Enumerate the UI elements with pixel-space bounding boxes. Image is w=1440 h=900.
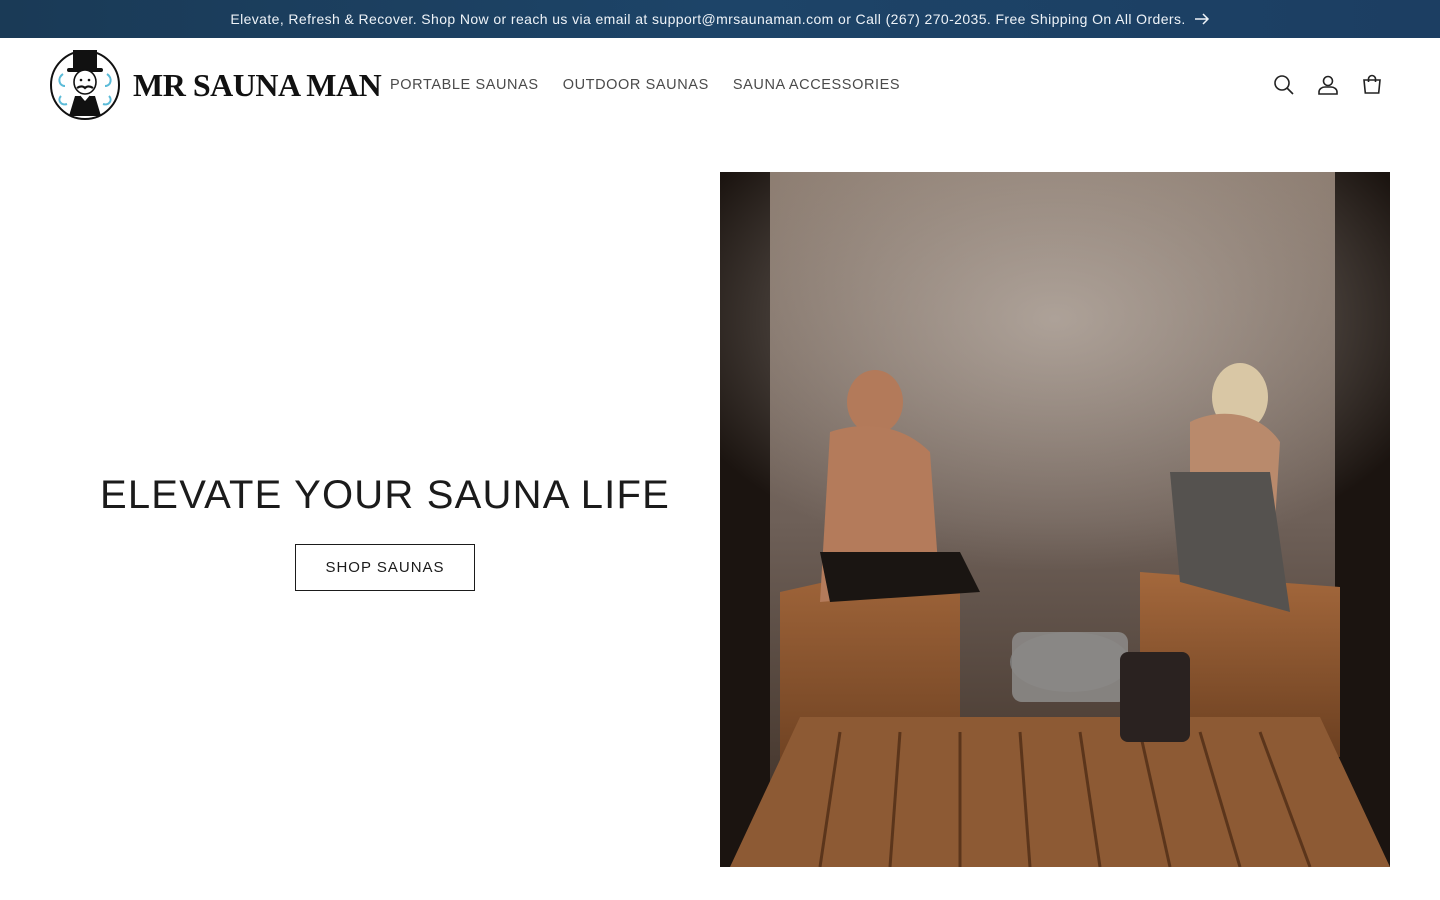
shop-saunas-button[interactable]: SHOP SAUNAS xyxy=(295,543,475,591)
hero-content: ELEVATE YOUR SAUNA LIFE SHOP SAUNAS xyxy=(0,172,770,867)
account-icon[interactable] xyxy=(1306,63,1350,107)
logo-mark-icon xyxy=(50,50,120,120)
announcement-text[interactable]: Elevate, Refresh & Recover. Shop Now or … xyxy=(230,11,1185,27)
arrow-right-icon[interactable] xyxy=(1194,13,1210,25)
site-header: MR SAUNA MAN PORTABLE SAUNAS OUTDOOR SAU… xyxy=(0,38,1440,132)
search-icon[interactable] xyxy=(1262,63,1306,107)
hero-image xyxy=(720,172,1390,867)
nav-item-outdoor-saunas[interactable]: OUTDOOR SAUNAS xyxy=(551,77,721,93)
nav-item-sauna-accessories[interactable]: SAUNA ACCESSORIES xyxy=(721,77,912,93)
site-logo[interactable]: MR SAUNA MAN xyxy=(49,44,382,126)
main-nav: PORTABLE SAUNAS OUTDOOR SAUNAS SAUNA ACC… xyxy=(378,38,912,132)
header-icons xyxy=(1262,38,1394,132)
cart-icon[interactable] xyxy=(1350,63,1394,107)
logo-wordmark: MR SAUNA MAN xyxy=(133,66,382,103)
hero-title: ELEVATE YOUR SAUNA LIFE xyxy=(99,472,670,517)
announcement-bar[interactable]: Elevate, Refresh & Recover. Shop Now or … xyxy=(0,0,1440,38)
nav-item-portable-saunas[interactable]: PORTABLE SAUNAS xyxy=(378,77,551,93)
